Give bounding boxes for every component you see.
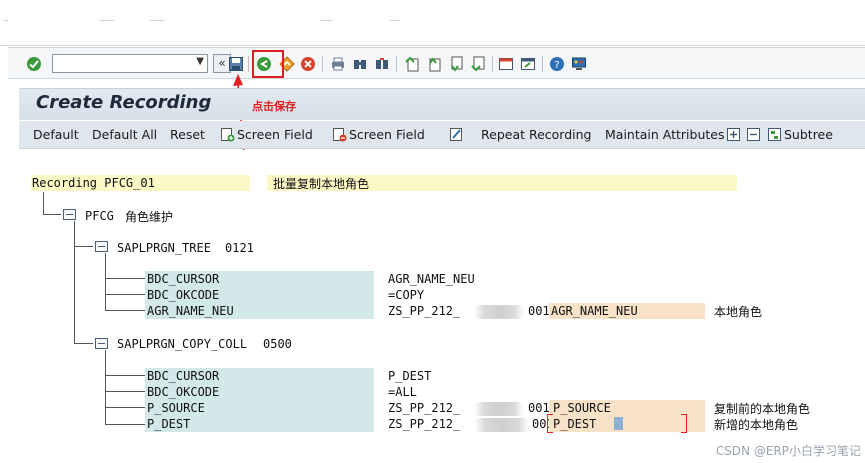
shortcut-icon[interactable] <box>520 55 536 72</box>
field-name: BDC_OKCODE <box>147 385 220 399</box>
previous-page-icon[interactable] <box>426 55 442 72</box>
recording-description: 批量复制本地角色 <box>273 177 370 191</box>
screen-1-dynpro: 0121 <box>225 241 254 255</box>
insert-screen-field-label: Screen Field <box>237 127 313 142</box>
delete-screen-field-button[interactable]: Screen Field <box>332 127 425 142</box>
insert-field-icon <box>220 127 235 142</box>
title-bar: Create Recording <box>19 88 865 120</box>
subtree-button[interactable]: Subtree <box>767 127 833 142</box>
redacted-mask <box>474 305 524 319</box>
page-title: Create Recording <box>36 92 212 113</box>
default-label: Default <box>33 127 79 142</box>
transaction-description: 角色维护 <box>125 210 174 224</box>
find-next-icon[interactable] <box>374 55 390 72</box>
cancel-icon[interactable] <box>300 55 316 72</box>
field-value-suffix: 001 <box>528 401 550 415</box>
subtree-icon <box>767 127 782 142</box>
edit-button[interactable] <box>449 127 466 142</box>
recording-tree: Recording PFCG_01 批量复制本地角色 PFCG 角色维护 SAP… <box>19 150 865 463</box>
field-parameter[interactable]: AGR_NAME_NEU <box>551 304 638 318</box>
print-icon[interactable] <box>330 55 346 72</box>
field-comment: 新增的本地角色 <box>714 418 799 432</box>
first-page-icon[interactable] <box>404 55 420 72</box>
field-value[interactable]: =COPY <box>388 288 424 302</box>
edit-pencil-icon <box>449 127 464 142</box>
top-strip <box>0 0 865 46</box>
field-parameter[interactable]: P_SOURCE <box>553 401 611 415</box>
default-all-button[interactable]: Default All <box>92 127 157 142</box>
highlight-bracket-right <box>681 414 687 433</box>
field-comment: 复制前的本地角色 <box>714 402 811 416</box>
collapse-all-button[interactable] <box>746 127 763 142</box>
expand-all-button[interactable] <box>726 127 743 142</box>
repeat-recording-label: Repeat Recording <box>481 127 592 142</box>
screen-1-program: SAPLPRGN_TREE <box>117 241 211 255</box>
next-page-icon[interactable] <box>448 55 464 72</box>
reset-button[interactable]: Reset <box>170 127 205 142</box>
sap-window: ▼ « ? Create Recording 点击保存 Default Defa… <box>0 0 865 463</box>
system-toolbar: ▼ « ? <box>8 47 865 79</box>
field-comment: 本地角色 <box>714 305 763 319</box>
svg-text:?: ? <box>554 60 559 71</box>
collapse-icon <box>746 127 761 142</box>
field-name: AGR_NAME_NEU <box>147 304 234 318</box>
field-name: BDC_CURSOR <box>147 272 220 286</box>
delete-field-icon <box>332 127 347 142</box>
recording-name: Recording PFCG_01 <box>32 176 155 190</box>
command-field[interactable]: ▼ <box>52 54 208 73</box>
field-name: BDC_CURSOR <box>147 369 220 383</box>
field-parameter[interactable]: P_DEST <box>553 417 596 431</box>
transaction-code: PFCG <box>85 209 114 223</box>
enter-check-icon[interactable] <box>26 55 42 72</box>
field-value-prefix[interactable]: ZS_PP_212_ <box>388 417 460 431</box>
screen-2-dynpro: 0500 <box>263 337 292 351</box>
screen-node-icon[interactable] <box>95 338 108 349</box>
field-name: BDC_OKCODE <box>147 288 220 302</box>
watermark: CSDN @ERP小白学习笔记 <box>715 444 861 458</box>
help-icon[interactable]: ? <box>549 55 565 72</box>
maintain-attributes-label: Maintain Attributes <box>605 127 725 142</box>
folder-node-icon[interactable] <box>63 209 76 220</box>
screen-node-icon[interactable] <box>95 241 108 252</box>
field-name: P_DEST <box>147 417 191 431</box>
reset-label: Reset <box>170 127 205 142</box>
field-value[interactable]: =ALL <box>388 385 417 399</box>
subtree-label: Subtree <box>784 127 833 142</box>
expand-icon <box>726 127 741 142</box>
dropdown-arrow-icon[interactable]: ▼ <box>196 56 204 67</box>
annotation-label: 点击保存 <box>252 100 296 113</box>
redacted-mask <box>474 402 524 416</box>
insert-screen-field-button[interactable]: Screen Field <box>220 127 313 142</box>
customize-layout-icon[interactable] <box>571 55 587 72</box>
repeat-recording-button[interactable]: Repeat Recording <box>481 127 592 142</box>
default-all-label: Default All <box>92 127 158 142</box>
maintain-attributes-button[interactable]: Maintain Attributes <box>605 127 724 142</box>
redacted-mask <box>474 418 529 432</box>
text-cursor <box>614 417 623 430</box>
field-value-prefix[interactable]: ZS_PP_212_ <box>388 401 460 415</box>
field-value[interactable]: AGR_NAME_NEU <box>388 272 475 286</box>
default-button[interactable]: Default <box>33 127 79 142</box>
field-value-suffix: 001 <box>528 304 550 318</box>
field-value-prefix[interactable]: ZS_PP_212_ <box>388 304 460 318</box>
find-icon[interactable] <box>352 55 368 72</box>
field-name: P_SOURCE <box>147 401 205 415</box>
screen-2-program: SAPLPRGN_COPY_COLL <box>117 337 248 351</box>
new-session-icon[interactable] <box>498 55 514 72</box>
field-value[interactable]: P_DEST <box>388 369 431 383</box>
last-page-icon[interactable] <box>470 55 486 72</box>
application-toolbar: Default Default All Reset Screen Field S… <box>19 121 865 149</box>
delete-screen-field-label: Screen Field <box>349 127 425 142</box>
highlight-bracket-left <box>547 414 553 433</box>
